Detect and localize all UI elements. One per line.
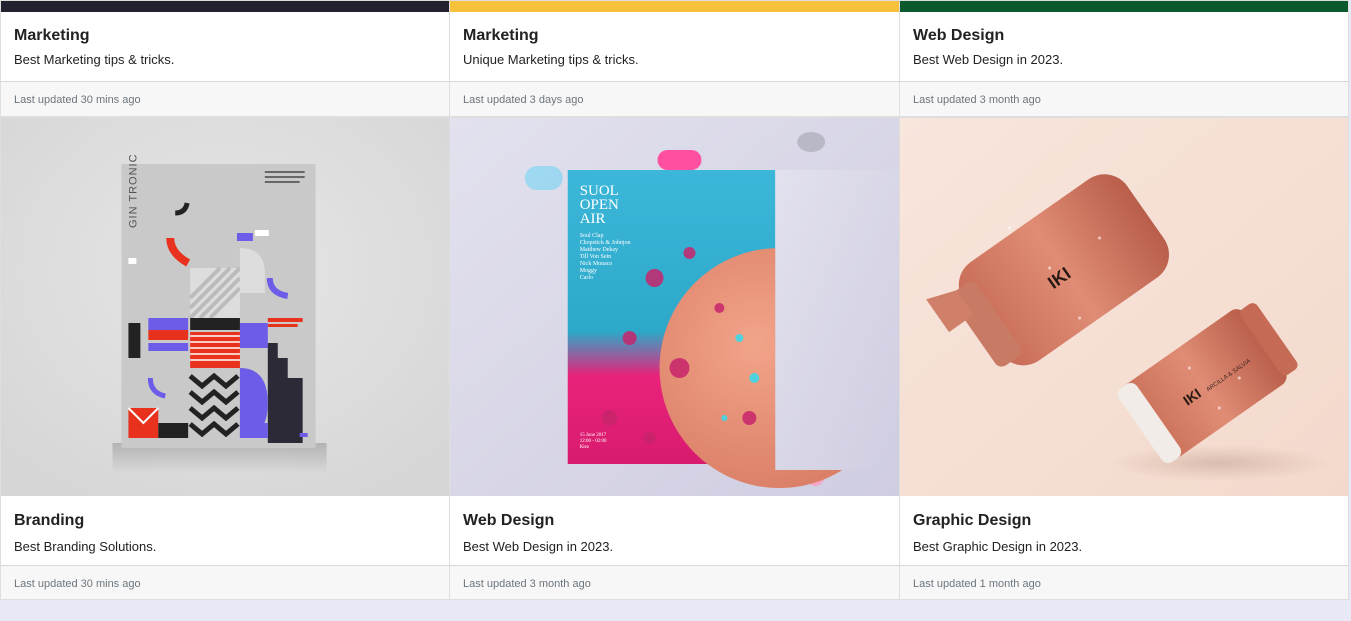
card-body: Graphic Design Best Graphic Design in 20… — [900, 496, 1348, 565]
marketing-card-2[interactable]: Marketing Unique Marketing tips & tricks… — [450, 0, 900, 117]
poster-footer-text: 15 June 2017 — [580, 433, 607, 438]
card-text: Best Branding Solutions. — [14, 539, 157, 554]
card-body: Branding Best Branding Solutions. — [1, 496, 449, 565]
card-footer: Last updated 30 mins ago — [1, 81, 449, 116]
card-title: Marketing — [463, 27, 539, 44]
poster-brand-text: GIN TRONIC — [127, 153, 139, 228]
web-design-card-top[interactable]: Web Design Best Web Design in 2023. Last… — [900, 0, 1349, 117]
poster-lineup: Till Von Sein — [580, 254, 611, 260]
card-title: Graphic Design — [913, 512, 1032, 529]
graphic-design-card[interactable]: IKI IKI ARCILLA & SALVIA Graphic Design … — [900, 117, 1349, 600]
image-card-row: GIN TRONIC Branding Best Branding Soluti… — [0, 117, 1349, 600]
poster-footer-text: Kiez — [580, 445, 590, 450]
card-body: Web Design Best Web Design in 2023. — [450, 496, 899, 565]
web-design-card[interactable]: SUOL OPEN AIR Soul Clap Chopstick & John… — [450, 117, 900, 600]
card-title: Branding — [14, 512, 85, 529]
card-text: Best Web Design in 2023. — [463, 539, 614, 554]
card-body: Web Design Best Web Design in 2023. — [900, 12, 1348, 81]
web-design-poster-image[interactable]: SUOL OPEN AIR Soul Clap Chopstick & John… — [450, 118, 899, 496]
card-footer: Last updated 3 month ago — [450, 565, 899, 599]
card-title: Web Design — [913, 27, 1005, 44]
graphic-design-product-image[interactable]: IKI IKI ARCILLA & SALVIA — [900, 118, 1348, 496]
card-footer: Last updated 1 month ago — [900, 565, 1348, 599]
card-footer: Last updated 3 month ago — [900, 81, 1348, 116]
branding-poster-image[interactable]: GIN TRONIC — [1, 118, 449, 496]
poster-lineup: Nick Monaco — [580, 261, 613, 267]
poster-lineup: Soul Clap — [580, 233, 604, 239]
card-body: Marketing Unique Marketing tips & tricks… — [450, 12, 899, 81]
card-text: Best Marketing tips & tricks. — [14, 52, 175, 67]
poster-lineup: Carlo — [580, 275, 593, 281]
poster-lineup: Matthew Dekay — [580, 247, 618, 253]
card-text: Unique Marketing tips & tricks. — [463, 52, 639, 67]
card-title: Marketing — [14, 27, 90, 44]
top-card-row: Marketing Best Marketing tips & tricks. … — [0, 0, 1349, 117]
card-footer: Last updated 30 mins ago — [1, 565, 449, 599]
poster-lineup: Chopstick & Johnjon — [580, 240, 631, 246]
card-color-strip — [450, 1, 899, 12]
card-title: Web Design — [463, 512, 555, 529]
card-text: Best Graphic Design in 2023. — [913, 539, 1083, 554]
card-footer: Last updated 3 days ago — [450, 81, 899, 116]
card-body: Marketing Best Marketing tips & tricks. — [1, 12, 449, 81]
marketing-card-1[interactable]: Marketing Best Marketing tips & tricks. … — [0, 0, 450, 117]
branding-card[interactable]: GIN TRONIC Branding Best Branding Soluti… — [0, 117, 450, 600]
poster-lineup: Moggy — [580, 268, 597, 274]
card-color-strip — [1, 1, 449, 12]
card-color-strip — [900, 1, 1348, 12]
poster-title-line: AIR — [580, 211, 606, 227]
card-text: Best Web Design in 2023. — [913, 52, 1064, 67]
poster-footer-text: 12:00 - 02:00 — [580, 439, 607, 444]
